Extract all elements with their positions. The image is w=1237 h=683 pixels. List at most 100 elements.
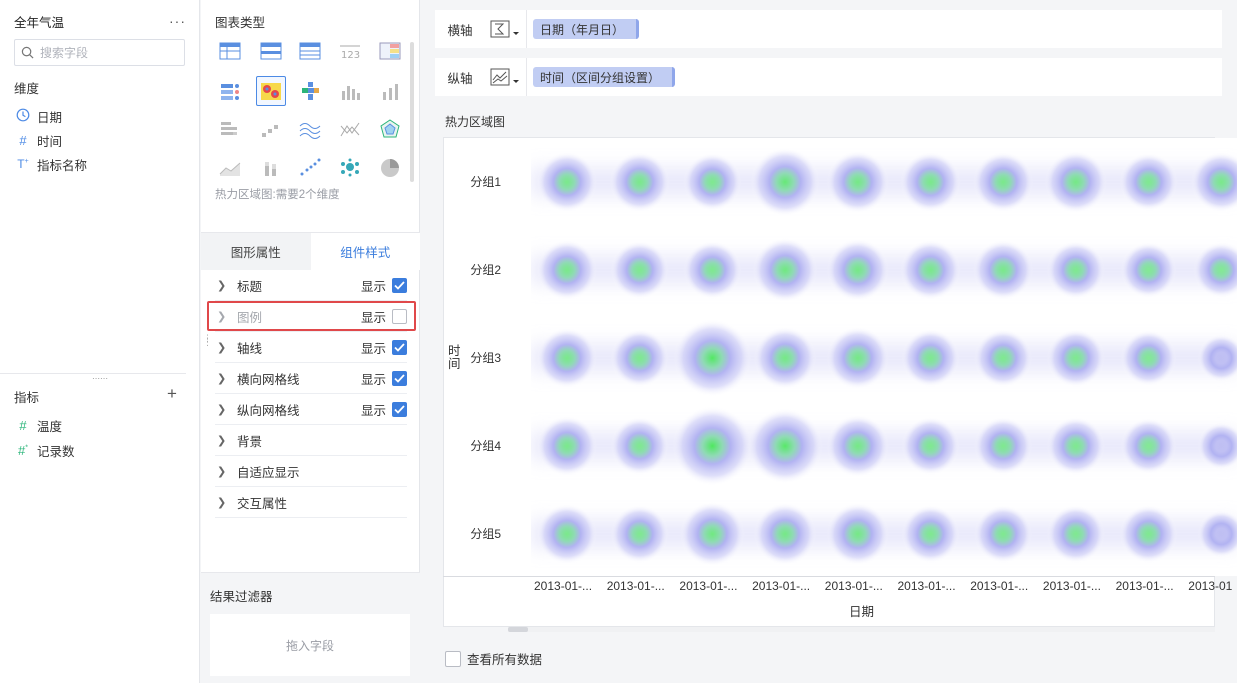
chart-type-scrollbar[interactable] <box>410 42 414 182</box>
x-axis-field-pill[interactable]: 日期（年月日） <box>533 19 640 39</box>
heat-point[interactable] <box>826 414 889 478</box>
dimension-field-date[interactable]: 日期 <box>14 106 62 126</box>
area-line-icon[interactable] <box>215 152 245 182</box>
heat-point[interactable] <box>901 329 960 387</box>
show-checkbox[interactable] <box>392 339 407 355</box>
y-axis-field-pill[interactable]: 时间（区间分组设置） <box>533 67 676 87</box>
horizontal-bar-icon[interactable] <box>215 114 245 144</box>
property-row[interactable]: ❯ 标题 显示 <box>215 270 407 301</box>
heat-point[interactable] <box>753 502 817 566</box>
step-bar-icon[interactable] <box>256 114 286 144</box>
heat-point[interactable] <box>673 319 752 397</box>
heat-point[interactable] <box>1197 422 1237 470</box>
heat-point[interactable] <box>1120 418 1177 474</box>
heat-point[interactable] <box>826 238 889 302</box>
show-checkbox[interactable] <box>392 308 407 324</box>
search-field[interactable] <box>14 39 185 66</box>
scrollbar-thumb[interactable] <box>508 627 528 632</box>
heat-point[interactable] <box>750 147 820 217</box>
more-horizontal-icon[interactable]: ··· <box>169 13 186 29</box>
scatter-dots-icon[interactable] <box>295 152 325 182</box>
kpi-number-icon[interactable]: 123 <box>335 36 365 66</box>
heat-point[interactable] <box>536 503 598 565</box>
measure-field-temperature[interactable]: # 温度 <box>14 415 62 435</box>
heat-point[interactable] <box>973 151 1034 213</box>
column-chart-icon[interactable] <box>375 76 405 106</box>
bar-chart-icon[interactable] <box>335 76 365 106</box>
heat-point[interactable] <box>1197 510 1237 558</box>
property-row[interactable]: ❯ 纵向网格线 显示 <box>215 394 407 425</box>
search-input[interactable] <box>40 45 170 60</box>
show-checkbox[interactable] <box>392 401 407 417</box>
heat-point[interactable] <box>900 239 961 301</box>
heat-point[interactable] <box>974 417 1033 475</box>
add-measure-icon[interactable]: + <box>167 384 177 404</box>
heat-point[interactable] <box>1046 505 1105 563</box>
property-row[interactable]: ❯ 自适应显示 <box>215 456 407 487</box>
heat-point[interactable] <box>974 505 1033 563</box>
heat-point[interactable] <box>680 501 745 567</box>
heat-point[interactable] <box>610 329 669 387</box>
property-row[interactable]: ❯ 轴线 显示 <box>215 332 407 363</box>
panel-resize-grip-icon[interactable]: ⋮ ⋮ <box>203 334 212 347</box>
view-all-checkbox[interactable] <box>445 650 461 667</box>
dimension-field-metric-name[interactable]: T+ 指标名称 <box>14 154 87 174</box>
heat-point[interactable] <box>974 329 1033 387</box>
show-checkbox[interactable] <box>392 277 407 293</box>
heat-point[interactable] <box>753 326 817 390</box>
heat-point[interactable] <box>672 406 753 486</box>
heat-area-map-icon[interactable] <box>256 76 286 106</box>
heat-point[interactable] <box>683 241 742 299</box>
heat-point[interactable] <box>536 415 598 477</box>
heat-point[interactable] <box>610 417 669 475</box>
view-all-data-toggle[interactable]: 查看所有数据 <box>445 649 542 668</box>
heat-point[interactable] <box>610 241 669 299</box>
colored-table-icon[interactable] <box>375 36 405 66</box>
heat-point[interactable] <box>1044 150 1108 214</box>
heat-point[interactable] <box>826 502 889 566</box>
heat-point[interactable] <box>683 153 742 211</box>
stacked-column-icon[interactable] <box>256 152 286 182</box>
filter-drop-zone[interactable]: 拖入字段 <box>210 614 410 676</box>
bubble-cluster-icon[interactable] <box>335 152 365 182</box>
measure-field-record-count[interactable]: #* 记录数 <box>14 440 75 460</box>
heat-point[interactable] <box>826 150 889 214</box>
heat-point[interactable] <box>1120 242 1177 298</box>
property-row[interactable]: ❯ 交互属性 <box>215 487 407 518</box>
heat-point[interactable] <box>1046 417 1105 475</box>
resize-handle-icon[interactable]: ⋯⋯ <box>92 374 108 383</box>
heat-point[interactable] <box>1046 329 1105 387</box>
heat-point[interactable] <box>752 237 818 303</box>
dimension-field-time[interactable]: # 时间 <box>14 130 62 150</box>
dot-list-icon[interactable] <box>215 76 245 106</box>
chart-horizontal-scrollbar[interactable] <box>508 627 1215 632</box>
heat-point[interactable] <box>1191 151 1237 213</box>
heat-point[interactable] <box>900 151 961 213</box>
heat-point[interactable] <box>747 408 823 484</box>
property-row[interactable]: ❯ 横向网格线 显示 <box>215 363 407 394</box>
heat-point[interactable] <box>826 326 889 390</box>
heat-point[interactable] <box>1119 153 1178 211</box>
property-row[interactable]: ❯ 图例 显示 <box>215 301 407 332</box>
wave-line-icon[interactable] <box>295 114 325 144</box>
heat-point[interactable] <box>1197 334 1237 382</box>
show-checkbox[interactable] <box>392 370 407 386</box>
cross-table-icon[interactable] <box>295 36 325 66</box>
heat-grid-icon[interactable] <box>295 76 325 106</box>
radar-chart-icon[interactable] <box>375 114 405 144</box>
grouped-table-icon[interactable] <box>256 36 286 66</box>
heat-point[interactable] <box>610 505 669 563</box>
range-line-icon[interactable] <box>335 114 365 144</box>
heat-point[interactable] <box>609 151 670 213</box>
tab-component-style[interactable]: 组件样式 <box>310 233 420 270</box>
y-axis-line-icon[interactable] <box>483 58 527 96</box>
property-row[interactable]: ❯ 背景 <box>215 425 407 456</box>
heat-point[interactable] <box>901 505 960 563</box>
heat-point[interactable] <box>536 239 598 301</box>
x-axis-sort-icon[interactable] <box>483 10 527 48</box>
heat-point[interactable] <box>973 239 1034 301</box>
heat-point[interactable] <box>901 417 960 475</box>
table-icon[interactable] <box>215 36 245 66</box>
pie-chart-icon[interactable] <box>375 152 405 182</box>
heat-point[interactable] <box>1193 242 1237 298</box>
